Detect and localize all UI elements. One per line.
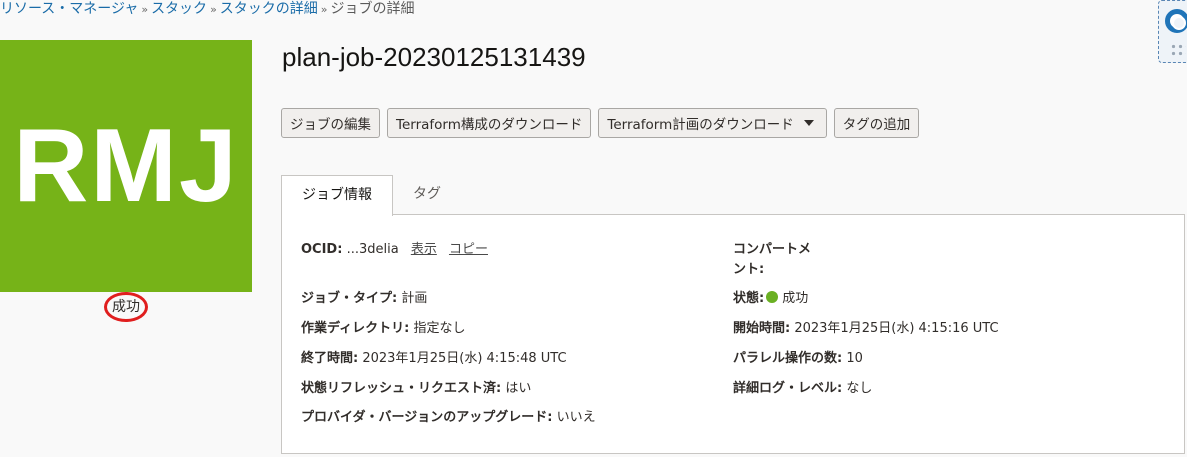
field-parallel-operations: パラレル操作の数: 10 [733, 349, 863, 369]
page-title: plan-job-20230125131439 [282, 42, 586, 72]
ocid-show-link[interactable]: 表示 [411, 242, 437, 257]
ocid-copy-link[interactable]: コピー [449, 242, 488, 257]
job-info-panel: OCID: ...3delia 表示 コピー コンパートメ ント: ジョブ・タイ… [281, 214, 1185, 454]
breadcrumb-link-stacks[interactable]: スタック [151, 1, 207, 17]
field-end-time: 終了時間: 2023年1月25日(水) 4:15:48 UTC [301, 349, 567, 369]
field-start-time-value: 2023年1月25日(水) 4:15:16 UTC [794, 321, 999, 336]
field-working-directory-value: 指定なし [413, 321, 466, 336]
field-status: 状態: 成功 [733, 289, 808, 309]
field-ocid-label: OCID: [301, 242, 343, 257]
edit-job-button-label: ジョブの編集 [290, 117, 371, 133]
field-refresh-requested-value: はい [505, 381, 532, 396]
field-working-directory: 作業ディレクトリ: 指定なし [301, 319, 465, 339]
field-log-level: 詳細ログ・レベル: なし [733, 379, 872, 399]
breadcrumb-link-stack-details[interactable]: スタックの詳細 [220, 1, 318, 17]
field-end-time-label: 終了時間: [301, 351, 359, 366]
field-refresh-requested: 状態リフレッシュ・リクエスト済: はい [301, 379, 531, 399]
job-logo-tile: RMJ [0, 40, 252, 292]
field-compartment: コンパートメ ント: [733, 240, 811, 280]
job-logo-text: RMJ [13, 108, 239, 224]
status-success-icon [766, 291, 779, 303]
drag-handle-icon[interactable] [1170, 43, 1186, 57]
field-start-time: 開始時間: 2023年1月25日(水) 4:15:16 UTC [733, 319, 999, 339]
field-status-label: 状態: [733, 291, 765, 306]
download-terraform-plan-button[interactable]: Terraform計画のダウンロード [598, 108, 827, 138]
breadcrumb-separator: » [320, 3, 328, 16]
edit-job-button[interactable]: ジョブの編集 [281, 108, 380, 138]
field-status-value: 成功 [782, 291, 809, 306]
breadcrumb-separator: » [141, 3, 149, 16]
download-terraform-config-button-label: Terraform構成のダウンロード [396, 117, 583, 133]
breadcrumb-separator: » [210, 3, 217, 16]
tab-job-info[interactable]: ジョブ情報 [281, 175, 393, 216]
field-end-time-value: 2023年1月25日(水) 4:15:48 UTC [362, 351, 567, 366]
field-ocid: OCID: ...3delia 表示 コピー [301, 240, 488, 260]
field-log-level-value: なし [846, 381, 873, 396]
field-job-type-value: 計画 [401, 291, 428, 306]
field-provider-upgrade-value: いいえ [556, 410, 596, 425]
field-log-level-label: 詳細ログ・レベル: [733, 381, 843, 396]
download-terraform-plan-button-label: Terraform計画のダウンロード [607, 117, 794, 133]
field-job-type-label: ジョブ・タイプ: [301, 291, 398, 306]
field-compartment-label: コンパートメ [733, 242, 812, 257]
field-start-time-label: 開始時間: [733, 321, 791, 336]
field-refresh-requested-label: 状態リフレッシュ・リクエスト済: [301, 381, 502, 396]
field-provider-upgrade-label: プロバイダ・バージョンのアップグレード: [301, 410, 553, 425]
breadcrumb: リソース・マネージャ» スタック» スタックの詳細» ジョブの詳細 [0, 1, 415, 18]
chevron-down-icon [803, 120, 814, 126]
download-terraform-config-button[interactable]: Terraform構成のダウンロード [387, 108, 592, 138]
action-bar: ジョブの編集 Terraform構成のダウンロード Terraform計画のダウ… [281, 108, 920, 138]
add-tag-button-label: タグの追加 [842, 117, 911, 133]
tab-bar: ジョブ情報 タグ [281, 175, 461, 216]
field-parallel-operations-value: 10 [846, 351, 863, 366]
logo-status-label: 成功 [104, 292, 148, 322]
field-job-type: ジョブ・タイプ: 計画 [301, 289, 427, 309]
field-ocid-value: ...3delia [346, 242, 399, 257]
field-compartment-label-wrap: ント: [733, 262, 765, 277]
field-working-directory-label: 作業ディレクトリ: [301, 321, 410, 336]
lifebuoy-icon[interactable] [1165, 9, 1187, 33]
help-widget[interactable] [1158, 0, 1187, 63]
field-parallel-operations-label: パラレル操作の数: [733, 351, 843, 366]
tab-tags[interactable]: タグ [393, 175, 461, 215]
breadcrumb-current: ジョブの詳細 [330, 1, 415, 17]
field-provider-upgrade: プロバイダ・バージョンのアップグレード: いいえ [301, 408, 596, 428]
breadcrumb-link-resource-manager[interactable]: リソース・マネージャ [0, 1, 138, 17]
add-tag-button[interactable]: タグの追加 [833, 108, 920, 138]
